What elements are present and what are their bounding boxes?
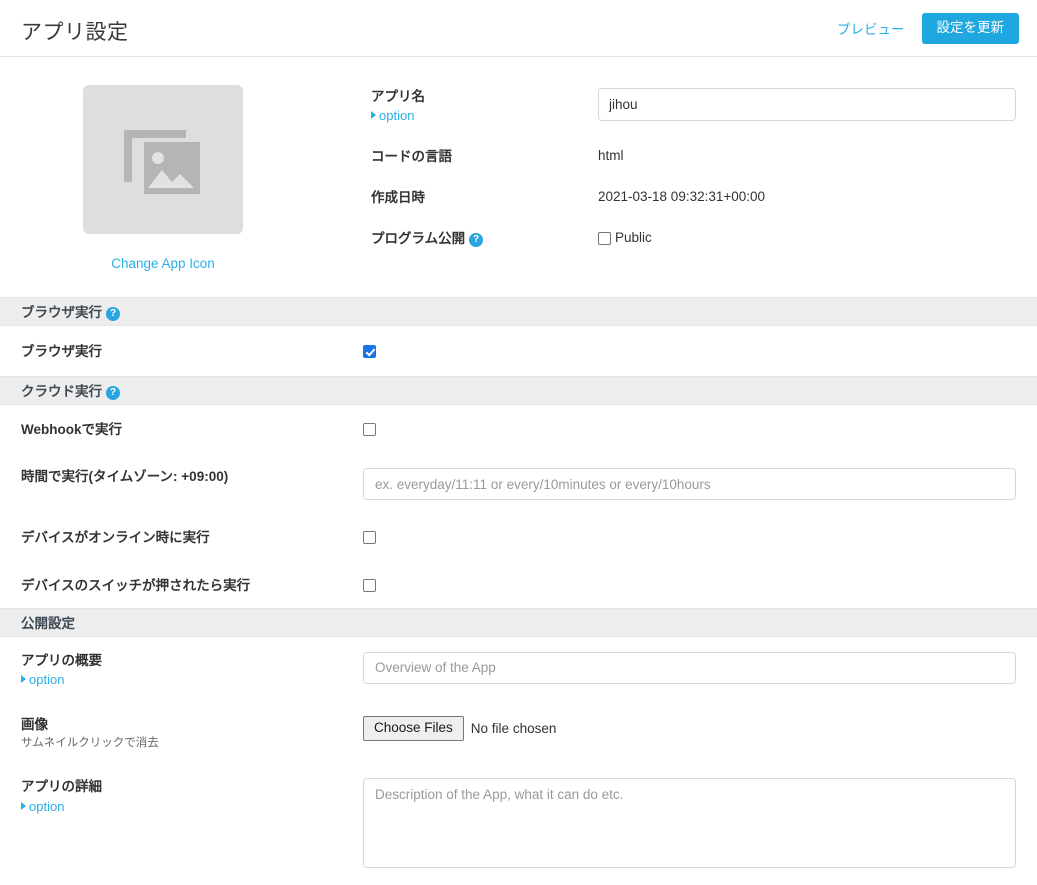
- app-image-note: サムネイルクリックで消去: [21, 736, 363, 752]
- app-image-label: 画像 サムネイルクリックで消去: [21, 713, 363, 752]
- device-switch-execution-label: デバイスのスイッチが押されたら実行: [21, 574, 363, 595]
- section-header-publish-settings-text: 公開設定: [21, 616, 75, 631]
- public-checkbox[interactable]: [598, 232, 611, 245]
- created-at-label: 作成日時: [371, 184, 598, 207]
- app-name-label-text: アプリ名: [371, 89, 425, 104]
- help-icon[interactable]: ?: [469, 233, 483, 247]
- browser-execution-control: [363, 340, 1016, 361]
- help-icon[interactable]: ?: [106, 386, 120, 400]
- schedule-execution-label: 時間で実行(タイムゾーン: +09:00): [21, 465, 363, 486]
- app-detail-row: アプリの詳細 option: [0, 763, 1037, 885]
- webhook-execution-row: Webhookで実行: [0, 405, 1037, 452]
- section-header-publish-settings: 公開設定: [0, 608, 1037, 637]
- created-at-row: 作成日時 2021-03-18 09:32:31+00:00: [371, 184, 1016, 207]
- chevron-right-icon: [371, 111, 376, 119]
- update-settings-button[interactable]: 設定を更新: [922, 13, 1020, 44]
- app-overview-label: アプリの概要 option: [21, 649, 363, 689]
- page-title: アプリ設定: [21, 16, 129, 46]
- app-image-row: 画像 サムネイルクリックで消去 Choose Files No file cho…: [0, 701, 1037, 764]
- created-at-value: 2021-03-18 09:32:31+00:00: [598, 184, 765, 204]
- schedule-execution-control: [363, 465, 1016, 500]
- app-detail-label-text: アプリの詳細: [21, 779, 102, 794]
- app-name-option-toggle[interactable]: option: [371, 107, 598, 125]
- app-overview-control: [363, 649, 1016, 684]
- app-image-control: Choose Files No file chosen: [363, 713, 1016, 742]
- choose-files-button[interactable]: Choose Files: [363, 716, 464, 742]
- browser-execution-row: ブラウザ実行: [0, 326, 1037, 376]
- app-image-label-text: 画像: [21, 717, 48, 732]
- app-info-rows: アプリ名 option コードの言語 html 作成日時 2021-03-18 …: [371, 83, 1016, 266]
- code-language-value: html: [598, 143, 624, 163]
- app-overview-input[interactable]: [363, 652, 1016, 684]
- app-overview-block: Change App Icon アプリ名 option コードの言語 html …: [0, 57, 1037, 297]
- app-icon-column: Change App Icon: [83, 85, 243, 271]
- app-name-input[interactable]: [598, 88, 1016, 121]
- app-name-option-label: option: [379, 108, 414, 123]
- file-picker: Choose Files No file chosen: [363, 716, 1016, 742]
- app-name-row: アプリ名 option: [371, 83, 1016, 125]
- browser-execution-checkbox[interactable]: [363, 345, 376, 358]
- browser-execution-label: ブラウザ実行: [21, 340, 363, 361]
- app-overview-row: アプリの概要 option: [0, 637, 1037, 701]
- program-public-control: Public: [598, 225, 652, 246]
- schedule-execution-input[interactable]: [363, 468, 1016, 500]
- section-header-cloud-execution-text: クラウド実行: [21, 384, 102, 399]
- device-online-execution-control: [363, 526, 1016, 547]
- page-header: アプリ設定 プレビュー 設定を更新: [0, 0, 1037, 57]
- app-overview-option-toggle[interactable]: option: [21, 671, 363, 689]
- app-icon-thumbnail[interactable]: [83, 85, 243, 234]
- device-switch-execution-row: デバイスのスイッチが押されたら実行: [0, 561, 1037, 608]
- image-placeholder-icon: [120, 118, 206, 201]
- schedule-execution-row: 時間で実行(タイムゾーン: +09:00): [0, 452, 1037, 513]
- app-detail-option-label: option: [29, 799, 64, 814]
- app-detail-textarea[interactable]: [363, 778, 1016, 868]
- device-online-execution-label: デバイスがオンライン時に実行: [21, 526, 363, 547]
- app-detail-label: アプリの詳細 option: [21, 775, 363, 815]
- app-overview-label-text: アプリの概要: [21, 653, 102, 668]
- program-public-row: プログラム公開? Public: [371, 225, 1016, 248]
- device-online-execution-checkbox[interactable]: [363, 531, 376, 544]
- app-overview-option-label: option: [29, 672, 64, 687]
- app-name-label: アプリ名 option: [371, 83, 598, 125]
- webhook-execution-checkbox[interactable]: [363, 423, 376, 436]
- app-detail-option-toggle[interactable]: option: [21, 798, 363, 816]
- public-checkbox-label: Public: [615, 230, 652, 245]
- app-name-control: [598, 83, 1016, 121]
- code-language-label: コードの言語: [371, 143, 598, 166]
- change-app-icon-link[interactable]: Change App Icon: [83, 256, 243, 271]
- help-icon[interactable]: ?: [106, 307, 120, 321]
- app-detail-control: [363, 775, 1016, 873]
- no-file-chosen-text: No file chosen: [471, 721, 557, 736]
- program-public-label-text: プログラム公開: [371, 231, 465, 246]
- program-public-label: プログラム公開?: [371, 225, 598, 248]
- device-switch-execution-control: [363, 574, 1016, 595]
- code-language-row: コードの言語 html: [371, 143, 1016, 166]
- section-header-browser-execution: ブラウザ実行?: [0, 297, 1037, 326]
- webhook-execution-control: [363, 418, 1016, 439]
- chevron-right-icon: [21, 675, 26, 683]
- preview-link[interactable]: プレビュー: [837, 18, 905, 38]
- device-switch-execution-checkbox[interactable]: [363, 579, 376, 592]
- section-header-cloud-execution: クラウド実行?: [0, 376, 1037, 405]
- chevron-right-icon: [21, 802, 26, 810]
- device-online-execution-row: デバイスがオンライン時に実行: [0, 513, 1037, 560]
- section-header-browser-execution-text: ブラウザ実行: [21, 305, 102, 320]
- webhook-execution-label: Webhookで実行: [21, 418, 363, 439]
- header-actions: プレビュー 設定を更新: [837, 13, 1019, 44]
